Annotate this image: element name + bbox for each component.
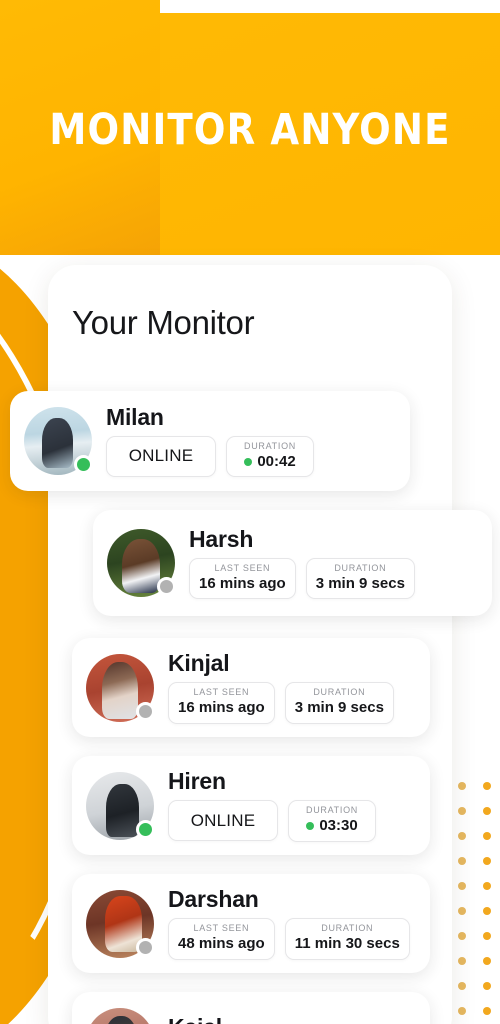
monitor-stats-row: LAST SEEN 16 mins ago DURATION 3 min 9 secs	[168, 682, 416, 724]
online-status-pill[interactable]: ONLINE	[168, 800, 278, 842]
decorative-dot	[458, 882, 466, 890]
monitor-card[interactable]: Darshan LAST SEEN 48 mins ago DURATION 11 mi…	[72, 874, 430, 973]
monitor-name: Milan	[106, 403, 164, 430]
duration-value-wrap: 03:30	[298, 816, 366, 836]
duration-value-wrap: 3 min 9 secs	[295, 698, 384, 718]
decorative-dot	[458, 957, 466, 965]
decorative-dot	[483, 907, 491, 915]
status-dot-offline-icon	[136, 937, 155, 957]
avatar	[86, 889, 155, 958]
decorative-dot	[458, 832, 466, 840]
decorative-dot	[458, 907, 466, 915]
last-seen-box[interactable]: LAST SEEN 16 mins ago	[168, 682, 275, 724]
decorative-dot	[458, 807, 466, 815]
duration-box[interactable]: DURATION 11 min 30 secs	[284, 918, 410, 960]
page-title: Your Monitor	[72, 304, 255, 341]
last-seen-label: LAST SEEN	[193, 687, 250, 698]
duration-value: 03:30	[319, 817, 358, 835]
status-dot-online-icon	[136, 819, 155, 839]
duration-live-dot-icon	[306, 822, 315, 831]
avatar	[86, 653, 155, 722]
duration-value-wrap: 3 min 9 secs	[316, 574, 405, 594]
monitor-card-body: Kinjal LAST SEEN 16 mins ago DURATION 3 min …	[168, 651, 416, 724]
duration-value: 11 min 30 secs	[294, 935, 400, 953]
decorative-dot	[483, 1007, 491, 1015]
duration-label: DURATION	[306, 805, 358, 816]
monitor-card[interactable]: Kinjal LAST SEEN 16 mins ago DURATION 3 min …	[72, 638, 430, 737]
decorative-dot	[483, 807, 491, 815]
duration-label: DURATION	[244, 440, 296, 451]
decorative-dot	[458, 982, 466, 990]
avatar	[86, 771, 155, 840]
monitor-card-body: Hiren ONLINE DURATION 03:30	[168, 769, 416, 842]
monitor-name: Harsh	[189, 525, 254, 552]
decorative-dot	[483, 982, 491, 990]
monitor-name: Kinjal	[168, 650, 230, 677]
last-seen-label: LAST SEEN	[214, 562, 271, 573]
app-screen: MONITOR ANYONE Your Monitor Milan ONLINE D…	[0, 0, 500, 1024]
avatar-image	[86, 1007, 154, 1024]
monitor-name: Hiren	[168, 768, 226, 795]
monitor-card[interactable]: Milan ONLINE DURATION 00:42	[10, 391, 410, 491]
decorative-dot	[483, 832, 491, 840]
monitor-stats-row: ONLINE DURATION 00:42	[106, 435, 396, 478]
monitor-card-body: Harsh LAST SEEN 16 mins ago DURATION 3 min 9…	[189, 525, 478, 600]
duration-value: 00:42	[257, 452, 296, 470]
decorative-dot	[458, 782, 466, 790]
monitor-name: Kajal	[168, 1015, 416, 1024]
duration-value-wrap: 00:42	[236, 452, 304, 472]
duration-label: DURATION	[334, 562, 387, 573]
monitor-stats-row: ONLINE DURATION 03:30	[168, 800, 416, 842]
monitor-card[interactable]: Hiren ONLINE DURATION 03:30	[72, 756, 430, 855]
last-seen-label: LAST SEEN	[193, 923, 250, 934]
duration-label: DURATION	[313, 687, 366, 698]
duration-box[interactable]: DURATION 3 min 9 secs	[305, 557, 415, 600]
duration-value: 3 min 9 secs	[315, 574, 405, 592]
avatar	[86, 1007, 154, 1024]
monitor-card[interactable]: KajalLAST SEENDURATION	[72, 992, 430, 1024]
decorative-dot-grid	[458, 782, 500, 1024]
hero-title: MONITOR ANYONE	[49, 105, 451, 155]
duration-value-wrap: 11 min 30 secs	[295, 934, 400, 954]
avatar	[107, 529, 176, 597]
duration-label: DURATION	[321, 923, 374, 934]
monitor-stats-row: LAST SEEN 48 mins ago DURATION 11 min 30 se…	[168, 918, 416, 960]
last-seen-value: 16 mins ago	[178, 699, 265, 717]
last-seen-value: 16 mins ago	[199, 574, 286, 592]
duration-box[interactable]: DURATION 03:30	[288, 800, 376, 842]
duration-box[interactable]: DURATION 3 min 9 secs	[284, 682, 394, 724]
decorative-dot	[483, 957, 491, 965]
monitor-card-body: Darshan LAST SEEN 48 mins ago DURATION 11 mi…	[168, 887, 416, 960]
avatar	[24, 407, 93, 475]
decorative-dot	[483, 782, 491, 790]
decorative-dot	[483, 857, 491, 865]
decorative-dot	[483, 932, 491, 940]
monitor-name: Darshan	[168, 886, 259, 913]
monitor-card-body: KajalLAST SEENDURATION	[168, 1015, 416, 1024]
online-status-pill[interactable]: ONLINE	[106, 435, 216, 477]
duration-live-dot-icon	[244, 457, 253, 466]
duration-value: 3 min 9 secs	[294, 699, 384, 717]
decorative-dot	[458, 1007, 466, 1015]
decorative-dot	[458, 932, 466, 940]
monitor-card-body: Milan ONLINE DURATION 00:42	[106, 403, 396, 478]
last-seen-box[interactable]: LAST SEEN 16 mins ago	[189, 557, 296, 600]
monitor-stats-row: LAST SEEN 16 mins ago DURATION 3 min 9 secs	[189, 557, 478, 600]
online-status-value: ONLINE	[128, 446, 194, 466]
monitor-card[interactable]: Harsh LAST SEEN 16 mins ago DURATION 3 min 9…	[93, 510, 492, 616]
decorative-dot	[483, 882, 491, 890]
status-dot-offline-icon	[157, 577, 176, 596]
online-status-value: ONLINE	[190, 810, 256, 830]
last-seen-box[interactable]: LAST SEEN 48 mins ago	[168, 918, 275, 960]
last-seen-value: 48 mins ago	[178, 935, 265, 953]
duration-box[interactable]: DURATION 00:42	[226, 435, 314, 478]
decorative-dot	[458, 857, 466, 865]
status-dot-online-icon	[74, 455, 93, 474]
status-dot-offline-icon	[136, 701, 155, 721]
